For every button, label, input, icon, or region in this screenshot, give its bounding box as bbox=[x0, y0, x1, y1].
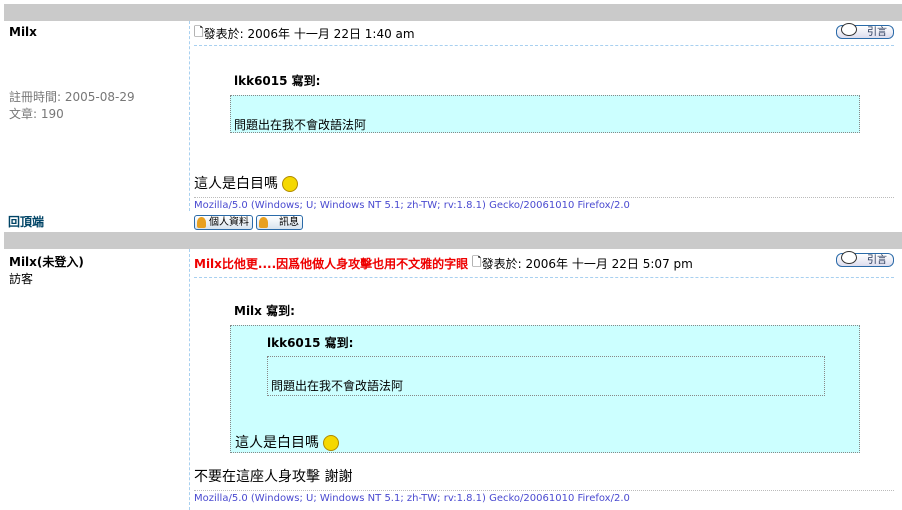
post-icon: 🗋 bbox=[471, 254, 482, 269]
smiley-icon bbox=[323, 435, 339, 451]
nested-quote-box: 問題出在我不會改語法阿 bbox=[267, 356, 825, 396]
quote-box: lkk6015 寫到: 問題出在我不會改語法阿 這人是白目嗎 bbox=[230, 325, 860, 453]
post-header: 🗋 發表於: 2006年 十一月 22日 1:40 am bbox=[194, 21, 894, 46]
post-2: Milx比他更....因爲他做人身攻擊也用不文雅的字眼 🗋 發表於: 2006年 … bbox=[190, 249, 898, 510]
nested-quote-author: lkk6015 寫到: bbox=[267, 336, 354, 350]
post-body: 這人是白目嗎 bbox=[194, 173, 898, 193]
author-name: Milx bbox=[9, 25, 37, 39]
post-header: Milx比他更....因爲他做人身攻擊也用不文雅的字眼 🗋 發表於: 2006年 … bbox=[194, 249, 894, 278]
author-panel: Milx(未登入) 訪客 bbox=[4, 249, 190, 510]
join-date: 註冊時間: 2005-08-29 bbox=[9, 90, 135, 104]
author-name: Milx(未登入) bbox=[9, 255, 84, 269]
quote-author: lkk6015 寫到: bbox=[234, 74, 321, 88]
post-separator bbox=[4, 4, 902, 21]
quote-text: 這人是白目嗎 bbox=[235, 432, 859, 452]
post-separator bbox=[4, 232, 902, 249]
quote-label: 引言 bbox=[867, 255, 887, 266]
post-1: 🗋 發表於: 2006年 十一月 22日 1:40 am 引言 lkk6015 寫… bbox=[190, 21, 898, 231]
speech-bubble-icon bbox=[841, 251, 857, 264]
pm-button[interactable]: 訊息 bbox=[256, 215, 303, 230]
smiley-icon bbox=[282, 176, 298, 192]
post-icon: 🗋 bbox=[194, 24, 204, 39]
post-date: 發表於: 2006年 十一月 22日 1:40 am bbox=[203, 26, 415, 41]
quote-label: 引言 bbox=[867, 27, 887, 38]
quote-button[interactable]: 引言 bbox=[836, 23, 894, 39]
post-body: 不要在這座人身攻擊 謝謝 bbox=[194, 469, 353, 485]
profile-button[interactable]: 個人資料 bbox=[194, 215, 253, 230]
author-role: 訪客 bbox=[9, 272, 34, 286]
speech-bubble-icon bbox=[841, 23, 857, 36]
post-date: 發表於: 2006年 十一月 22日 5:07 pm bbox=[481, 256, 693, 271]
post-count: 文章: 190 bbox=[9, 107, 64, 121]
author-panel: Milx 註冊時間: 2005-08-29 文章: 190 bbox=[4, 21, 190, 211]
signature: Mozilla/5.0 (Windows; U; Windows NT 5.1;… bbox=[194, 490, 894, 504]
quote-button[interactable]: 引言 bbox=[836, 251, 894, 267]
signature: Mozilla/5.0 (Windows; U; Windows NT 5.1;… bbox=[194, 197, 894, 211]
back-to-top-link[interactable]: 回頂端 bbox=[8, 213, 44, 230]
post-title: Milx比他更....因爲他做人身攻擊也用不文雅的字眼 bbox=[194, 256, 469, 271]
quote-author: Milx 寫到: bbox=[234, 304, 295, 318]
quote-box: 問題出在我不會改語法阿 bbox=[230, 95, 860, 133]
